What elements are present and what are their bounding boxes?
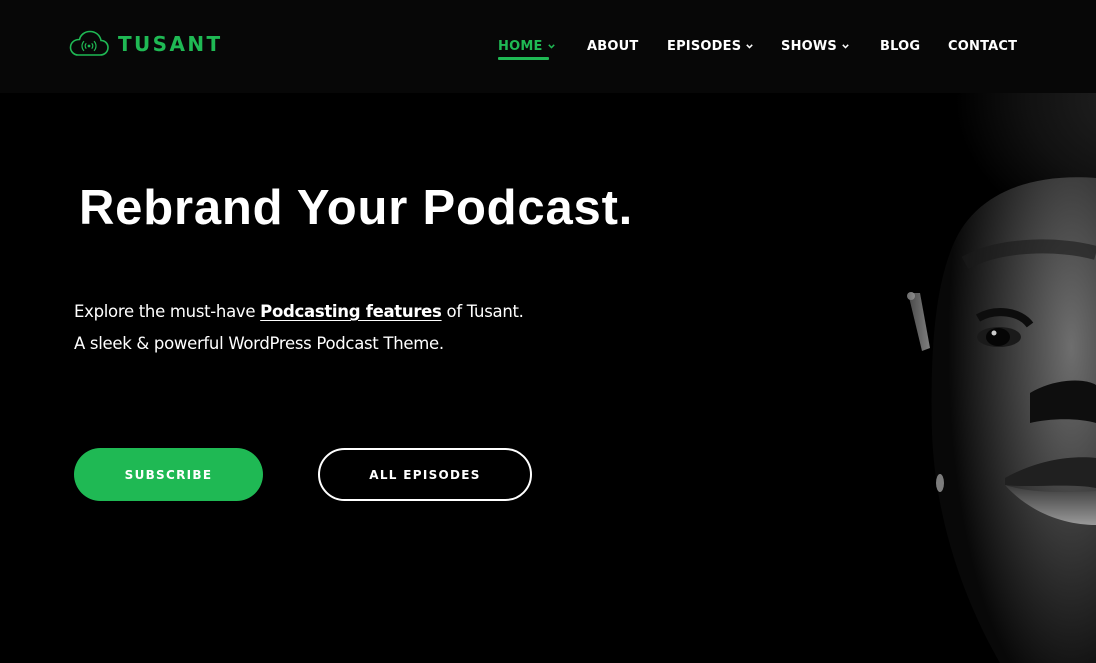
chevron-down-icon <box>842 43 849 49</box>
desc-suffix: of Tusant. <box>441 302 524 321</box>
podcasting-features-link[interactable]: Podcasting features <box>260 302 442 321</box>
main-nav: HOME ABOUT EPISODES SHOWS BLOG CONTACT <box>0 37 1096 61</box>
hero-description-line-1: Explore the must-have Podcasting feature… <box>74 296 524 328</box>
hero-portrait-image <box>880 93 1096 663</box>
nav-item-label: SHOWS <box>781 38 837 54</box>
nav-item-blog[interactable]: BLOG <box>880 37 920 55</box>
nav-item-about[interactable]: ABOUT <box>587 37 638 55</box>
site-header: TUSANT HOME ABOUT EPISODES SHOWS BLOG CO… <box>0 0 1096 93</box>
all-episodes-button[interactable]: ALL EPISODES <box>318 448 532 501</box>
desc-prefix: Explore the must-have <box>74 302 261 321</box>
hero-description: Explore the must-have Podcasting feature… <box>74 296 524 360</box>
nav-item-shows[interactable]: SHOWS <box>781 37 849 55</box>
hero-description-line-2: A sleek & powerful WordPress Podcast The… <box>74 334 444 353</box>
chevron-down-icon <box>746 43 754 49</box>
active-indicator <box>498 57 549 60</box>
nav-item-label: BLOG <box>880 38 921 54</box>
nav-item-home[interactable]: HOME <box>498 37 555 60</box>
nav-item-label: EPISODES <box>667 38 742 54</box>
nav-item-label: ABOUT <box>587 38 639 54</box>
hero-title: Rebrand Your Podcast. <box>79 181 634 235</box>
nav-item-episodes[interactable]: EPISODES <box>667 37 754 55</box>
nav-item-label: HOME <box>498 38 543 54</box>
nav-item-label: CONTACT <box>948 38 1018 54</box>
nav-item-contact[interactable]: CONTACT <box>948 37 1017 55</box>
chevron-down-icon <box>547 43 555 49</box>
subscribe-button[interactable]: SUBSCRIBE <box>74 448 263 501</box>
